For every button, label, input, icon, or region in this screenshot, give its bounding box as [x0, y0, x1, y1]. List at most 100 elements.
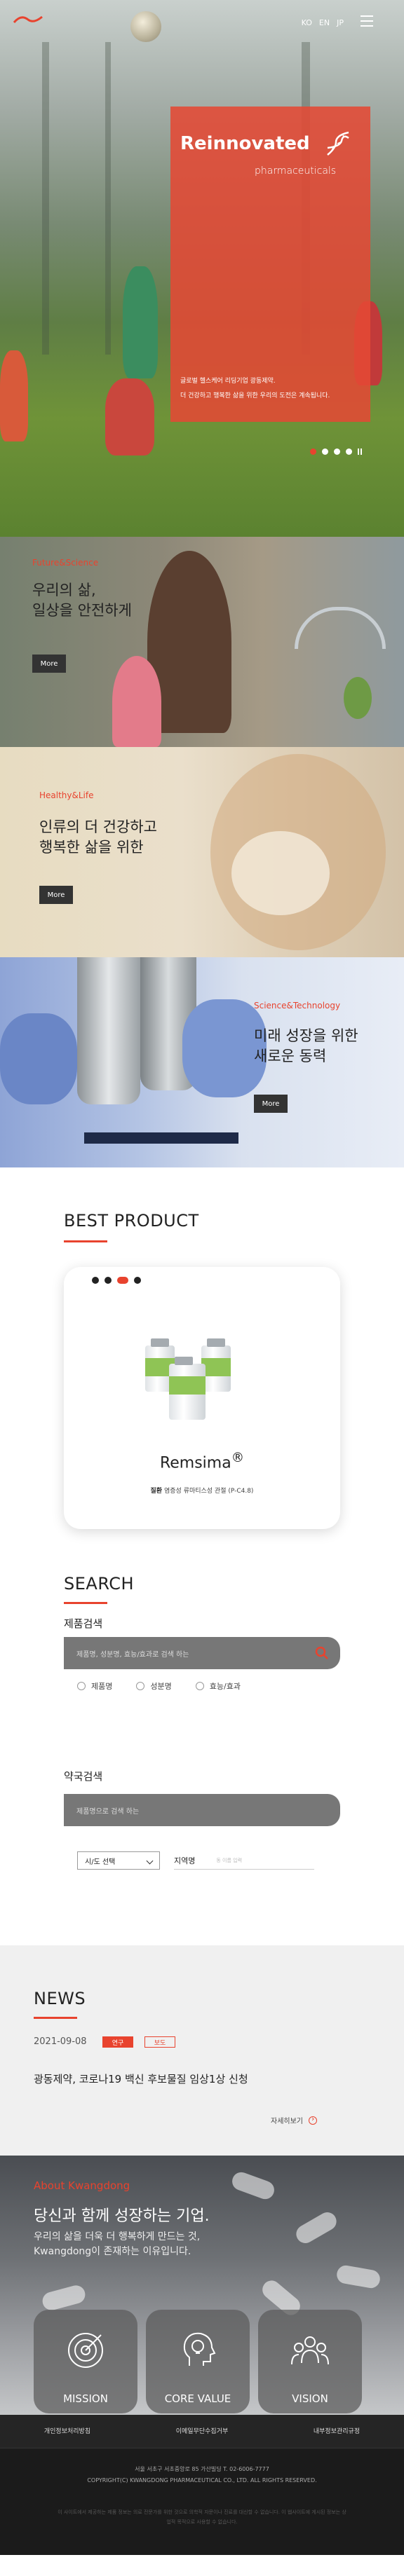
- people-group-icon: [291, 2336, 329, 2365]
- product-search-placeholder: 제품명, 성분명, 효능/효과로 검색 하는: [76, 1650, 189, 1659]
- moon-decoration: [130, 11, 161, 42]
- hero-slider-controls: [310, 448, 362, 455]
- tile-label: MISSION: [63, 2392, 108, 2405]
- language-switcher: KO EN JP: [302, 18, 344, 27]
- vision-tile[interactable]: VISION: [258, 2310, 362, 2413]
- plant-decoration: [344, 677, 372, 719]
- pharmacy-search-input[interactable]: 제품명으로 검색 하는: [64, 1794, 340, 1826]
- news-more-label: 자세히보기: [271, 2118, 303, 2125]
- news-date: 2021-09-08: [34, 2036, 87, 2047]
- copyright-text: COPYRIGHT(C) KWANGDONG PHARMACEUTICAL CO…: [87, 2477, 317, 2483]
- feature-science-technology: Science&Technology 미래 성장을 위한 새로운 동력 More: [0, 957, 404, 1167]
- privacy-policy-link[interactable]: 개인정보처리방침: [0, 2415, 135, 2448]
- slider-dot[interactable]: [322, 448, 328, 455]
- slider-dot[interactable]: [334, 448, 340, 455]
- product-search-input[interactable]: 제품명, 성분명, 효능/효과로 검색 하는: [64, 1637, 340, 1669]
- arrow-circle-icon: [309, 2114, 317, 2125]
- site-footer: 개인정보처리방침 이메일무단수집거부 내부정보관리규정 서울 서초구 서초중앙로…: [0, 2415, 404, 2555]
- about-section: About Kwangdong 당신과 함께 성장하는 기업. 우리의 삶을 더…: [0, 2156, 404, 2415]
- tile-label: VISION: [292, 2392, 328, 2405]
- pill-decoration: [292, 2209, 340, 2247]
- title-underline: [64, 1240, 107, 1242]
- tree-decoration: [105, 42, 111, 355]
- feature-tag: Science&Technology: [254, 1001, 341, 1010]
- region-placeholder: 동 이름 입력: [216, 1857, 243, 1863]
- pharmacy-search-placeholder: 제품명으로 검색 하는: [76, 1807, 140, 1816]
- faucet-decoration: [295, 607, 386, 649]
- news-headline[interactable]: 광동제약, 코로나19 백신 후보물질 임상1상 신청: [34, 2071, 248, 2086]
- lang-en[interactable]: EN: [319, 18, 330, 27]
- kwangdong-logo-icon[interactable]: [13, 14, 43, 25]
- region-field[interactable]: 지역명 동 이름 입력: [174, 1851, 314, 1870]
- product-name-text: Remsima: [159, 1454, 231, 1472]
- child-figure: [105, 378, 154, 455]
- product-card[interactable]: Remsima® 질환 염증성 류마티스성 관절 (P-C4.8): [64, 1267, 340, 1529]
- title-underline: [34, 2017, 77, 2019]
- slider-dot[interactable]: [92, 1277, 99, 1284]
- dna-icon: [327, 131, 349, 156]
- lightbulb-head-icon: [183, 2332, 216, 2366]
- region-label: 지역명: [174, 1856, 196, 1865]
- tree-decoration: [42, 42, 49, 355]
- target-icon: [68, 2333, 103, 2368]
- vial-image: [169, 1357, 206, 1420]
- hero-subtitle: pharmaceuticals: [255, 165, 337, 177]
- news-badge: 보도: [144, 2036, 175, 2048]
- product-name: Remsima®: [64, 1451, 340, 1472]
- radio-icon: [195, 1682, 204, 1690]
- search-title: SEARCH: [64, 1574, 135, 1594]
- feature-future-science: Future&Science 우리의 삶, 일상을 안전하게 More: [0, 537, 404, 747]
- hamburger-menu-icon[interactable]: [361, 15, 373, 27]
- radio-product-name[interactable]: 제품명: [77, 1680, 112, 1692]
- feature-healthy-life: Healthy&Life 인류의 더 건강하고 행복한 삶을 위한 More: [0, 747, 404, 957]
- product-search-options: 제품명 성분명 효능/효과: [77, 1680, 241, 1692]
- tile-label: CORE VALUE: [164, 2392, 231, 2405]
- address-text: 서울 서초구 서초중앙로 85 가산빌딩 T. 02-6006-7777: [135, 2466, 269, 2472]
- hero-desc-line: 글로벌 헬스케어 리딩기업 광동제약.: [180, 378, 276, 385]
- feature-tag: Future&Science: [32, 558, 99, 568]
- city-select[interactable]: 시/도 선택: [77, 1851, 160, 1870]
- slider-dot[interactable]: [134, 1277, 141, 1284]
- slider-dot[interactable]: [105, 1277, 112, 1284]
- site-header: KO EN JP: [0, 0, 404, 45]
- hero-title: Reinnovated: [180, 133, 310, 154]
- registered-mark: ®: [231, 1451, 245, 1465]
- product-desc-value: 염증성 류마티스성 관절 (P-C4.8): [163, 1488, 254, 1495]
- radio-efficacy[interactable]: 효능/효과: [195, 1680, 241, 1692]
- product-description: 질환 염증성 류마티스성 관절 (P-C4.8): [64, 1486, 340, 1495]
- radio-label: 제품명: [91, 1682, 113, 1691]
- news-more-link[interactable]: 자세히보기: [271, 2114, 317, 2125]
- best-product-title: BEST PRODUCT: [64, 1211, 199, 1231]
- product-slider-dots: [92, 1277, 141, 1284]
- about-heading: 당신과 함께 성장하는 기업.: [34, 2207, 210, 2225]
- lang-ko[interactable]: KO: [302, 18, 312, 27]
- gloved-hand: [0, 1013, 77, 1104]
- hero-description: 글로벌 헬스케어 리딩기업 광동제약. 더 건강하고 행복한 삶을 위한 우리의…: [180, 374, 330, 403]
- more-button[interactable]: More: [254, 1095, 288, 1113]
- baby-figure: [231, 831, 330, 915]
- hero-section: Reinnovated pharmaceuticals 글로벌 헬스케어 리딩기…: [0, 0, 404, 537]
- mission-tile[interactable]: MISSION: [34, 2310, 137, 2413]
- feature-heading: 인류의 더 건강하고 행복한 삶을 위한: [39, 818, 157, 856]
- about-text: 우리의 삶을 더욱 더 행복하게 만드는 것, Kwangdong이 존재하는 …: [34, 2231, 201, 2257]
- more-button[interactable]: More: [32, 655, 66, 673]
- core-value-tile[interactable]: CORE VALUE: [146, 2310, 250, 2413]
- pill-decoration: [229, 2170, 277, 2202]
- radio-ingredient[interactable]: 성분명: [136, 1680, 172, 1692]
- hero-card: Reinnovated pharmaceuticals 글로벌 헬스케어 리딩기…: [170, 107, 370, 422]
- email-refusal-link[interactable]: 이메일무단수집거부: [135, 2415, 269, 2448]
- footer-links: 개인정보처리방침 이메일무단수집거부 내부정보관리규정: [0, 2415, 404, 2448]
- microscope-stage: [84, 1132, 238, 1144]
- footer-note: 이 사이트에서 제공하는 제품 정보는 의료 전문가를 위한 것으로 의학적 자…: [58, 2509, 346, 2525]
- slider-dot[interactable]: [346, 448, 352, 455]
- search-icon[interactable]: [315, 1646, 329, 1660]
- more-button[interactable]: More: [39, 886, 73, 904]
- pause-icon[interactable]: [358, 448, 362, 455]
- lang-jp[interactable]: JP: [337, 18, 344, 27]
- internal-info-link[interactable]: 내부정보관리규정: [269, 2415, 404, 2448]
- product-desc-label: 질환: [150, 1488, 163, 1495]
- child-figure: [0, 350, 28, 441]
- slider-dot[interactable]: [117, 1277, 128, 1284]
- slider-dot[interactable]: [310, 448, 316, 455]
- radio-icon: [136, 1682, 145, 1690]
